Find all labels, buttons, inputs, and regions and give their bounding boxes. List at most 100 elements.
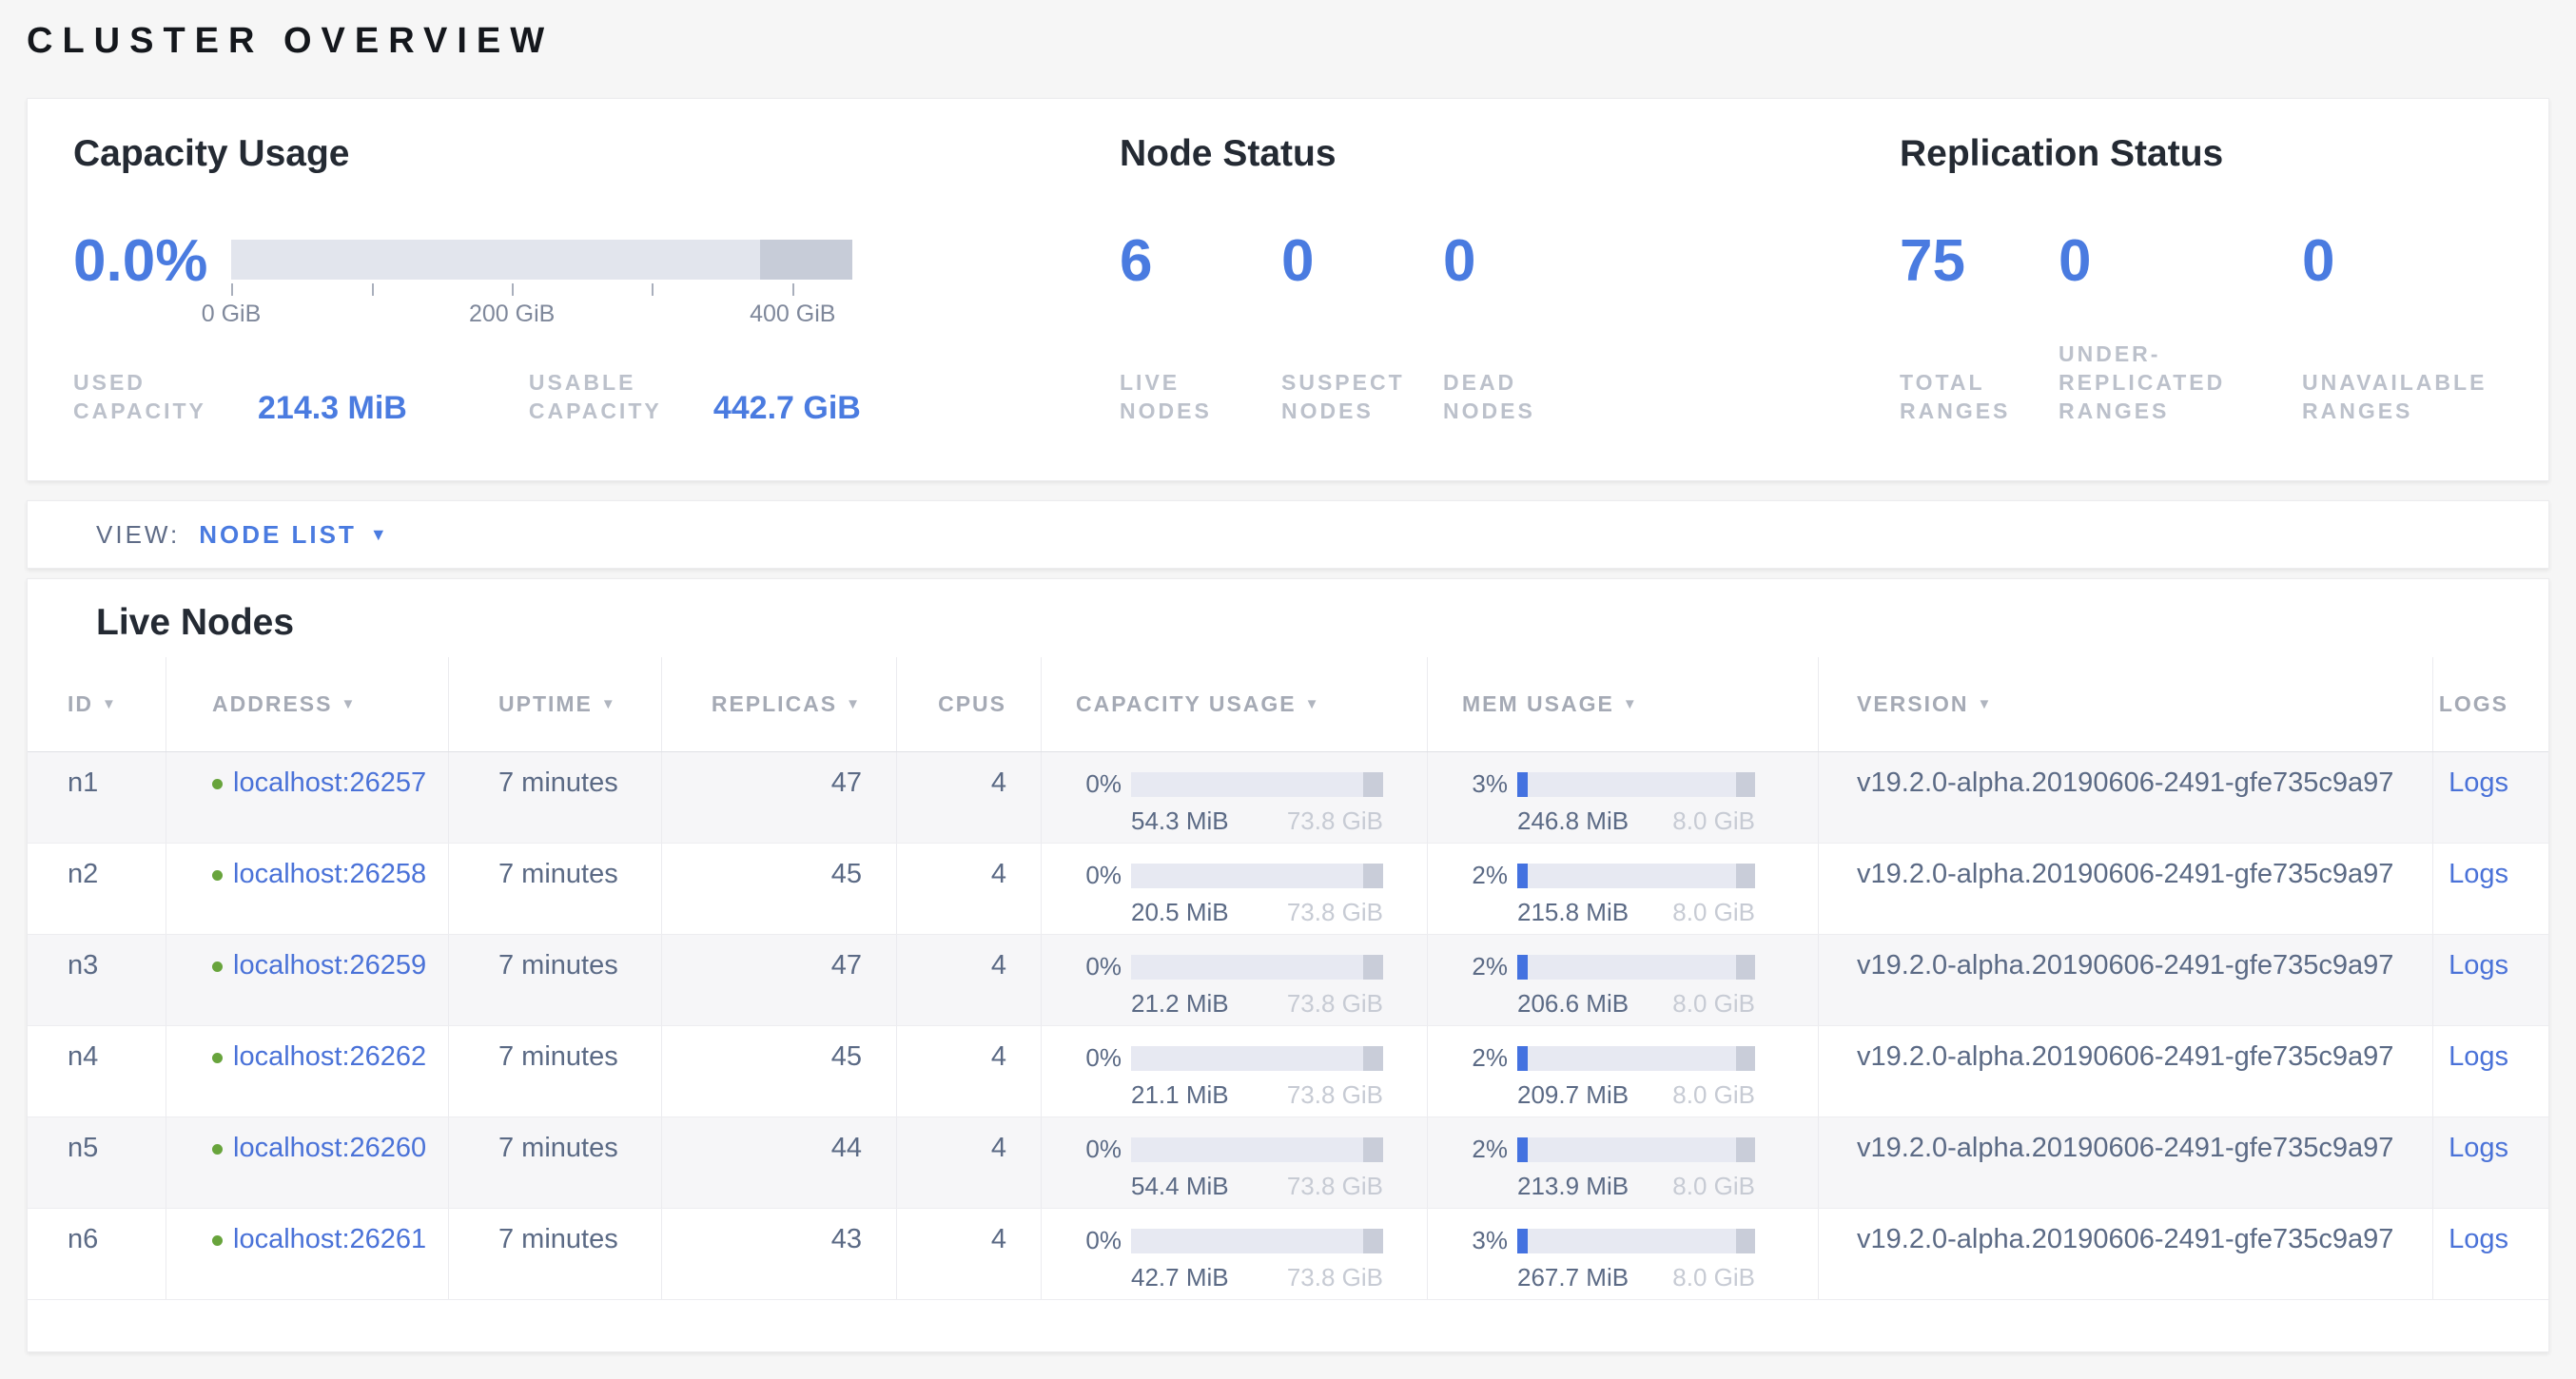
- column-header-version[interactable]: VERSION ▼: [1818, 657, 2432, 751]
- node-uptime-cell: 7 minutes: [448, 844, 661, 934]
- node-id-cell: n2: [28, 844, 166, 934]
- node-status-section: Node Status 6 LIVE NODES 0 SUSPECT NODES…: [1120, 133, 1900, 425]
- logs-link[interactable]: Logs: [2449, 1041, 2508, 1072]
- used-capacity-label: USED CAPACITY: [73, 368, 250, 425]
- capacity-used-value: 42.7 MiB: [1131, 1263, 1229, 1292]
- node-logs-cell: Logs: [2432, 844, 2548, 934]
- axis-label: 200 GiB: [469, 301, 555, 328]
- mem-total-value: 8.0 GiB: [1672, 1172, 1755, 1201]
- node-live-status-icon: [212, 779, 223, 789]
- mem-used-value: 206.6 MiB: [1517, 989, 1629, 1019]
- bar-end-segment: [1736, 1046, 1755, 1071]
- node-address-link[interactable]: localhost:26259: [233, 950, 426, 981]
- replication-status-title: Replication Status: [1900, 133, 2503, 175]
- logs-link[interactable]: Logs: [2449, 1224, 2508, 1254]
- mem-bar-fill: [1517, 864, 1528, 888]
- mem-usage-bar: [1517, 1046, 1755, 1071]
- column-header-capacity-usage[interactable]: CAPACITY USAGE ▼: [1041, 657, 1427, 751]
- mem-percent-label: 2%: [1462, 1043, 1508, 1073]
- unavailable-ranges-stat: 0 UNAVAILABLE RANGES: [2302, 230, 2487, 425]
- node-address-link[interactable]: localhost:26260: [233, 1133, 426, 1163]
- node-id: n1: [68, 767, 98, 798]
- mem-percent-label: 2%: [1462, 952, 1508, 981]
- node-address-cell: localhost:26262: [166, 1026, 448, 1117]
- suspect-nodes-value: 0: [1281, 230, 1443, 293]
- logs-link[interactable]: Logs: [2449, 1133, 2508, 1163]
- capacity-total-value: 73.8 GiB: [1287, 1263, 1383, 1292]
- bar-end-segment: [1363, 1229, 1383, 1253]
- node-address-link[interactable]: localhost:26257: [233, 767, 426, 798]
- capacity-used-value: 54.3 MiB: [1131, 806, 1229, 836]
- bar-end-segment: [1736, 1229, 1755, 1253]
- node-replicas-cell: 45: [661, 1026, 896, 1117]
- mem-total-value: 8.0 GiB: [1672, 1263, 1755, 1292]
- node-id-cell: n3: [28, 935, 166, 1025]
- node-id: n2: [68, 859, 98, 889]
- logs-link[interactable]: Logs: [2449, 950, 2508, 981]
- node-uptime-cell: 7 minutes: [448, 1209, 661, 1299]
- node-replicas-cell: 45: [661, 844, 896, 934]
- node-id-cell: n4: [28, 1026, 166, 1117]
- capacity-used-value: 21.1 MiB: [1131, 1080, 1229, 1110]
- capacity-usage-bar: [1131, 1137, 1383, 1162]
- node-address-link[interactable]: localhost:26262: [233, 1041, 426, 1072]
- mem-percent-label: 2%: [1462, 1135, 1508, 1164]
- axis-label: 0 GiB: [202, 301, 262, 328]
- node-live-status-icon: [212, 1053, 223, 1063]
- live-nodes-title: Live Nodes: [28, 579, 2548, 657]
- unavailable-ranges-label: UNAVAILABLE RANGES: [2302, 368, 2487, 425]
- capacity-total-value: 73.8 GiB: [1287, 1080, 1383, 1110]
- bar-end-segment: [1363, 955, 1383, 980]
- node-address-link[interactable]: localhost:26258: [233, 859, 426, 889]
- mem-bar-fill: [1517, 1046, 1528, 1071]
- logs-link[interactable]: Logs: [2449, 859, 2508, 889]
- mem-used-value: 213.9 MiB: [1517, 1172, 1629, 1201]
- column-header-mem-usage[interactable]: MEM USAGE ▼: [1427, 657, 1818, 751]
- node-address-cell: localhost:26257: [166, 752, 448, 843]
- mem-usage-cell: 2% 215.8 MiB 8.0 GiB: [1427, 844, 1818, 934]
- dead-nodes-label: DEAD NODES: [1443, 368, 1605, 425]
- view-mode-dropdown[interactable]: NODE LIST ▼: [199, 520, 387, 550]
- capacity-usage-cell: 0% 21.2 MiB 73.8 GiB: [1041, 935, 1427, 1025]
- capacity-usage-bar: [1131, 864, 1383, 888]
- mem-used-value: 267.7 MiB: [1517, 1263, 1629, 1292]
- column-header-id[interactable]: ID ▼: [28, 657, 166, 751]
- under-replicated-ranges-stat: 0 UNDER- REPLICATED RANGES: [2059, 230, 2302, 425]
- bar-end-segment: [1736, 955, 1755, 980]
- page-title: CLUSTER OVERVIEW: [27, 21, 2549, 62]
- table-row: n3 localhost:26259 7 minutes 47 4 0%: [28, 935, 2548, 1026]
- column-header-replicas[interactable]: REPLICAS ▼: [661, 657, 896, 751]
- column-header-uptime[interactable]: UPTIME ▼: [448, 657, 661, 751]
- capacity-chart-row: 0.0% 0 GiB: [73, 230, 1120, 327]
- axis-tick: [652, 283, 654, 296]
- mem-percent-label: 3%: [1462, 769, 1508, 799]
- table-row: n4 localhost:26262 7 minutes 45 4 0%: [28, 1026, 2548, 1117]
- node-address-cell: localhost:26258: [166, 844, 448, 934]
- replication-status-stats: 75 TOTAL RANGES 0 UNDER- REPLICATED RANG…: [1900, 230, 2503, 425]
- capacity-usage-bar: [1131, 955, 1383, 980]
- mem-total-value: 8.0 GiB: [1672, 989, 1755, 1019]
- node-status-stats: 6 LIVE NODES 0 SUSPECT NODES 0 DEAD NODE…: [1120, 230, 1900, 425]
- column-header-address[interactable]: ADDRESS ▼: [166, 657, 448, 751]
- mem-percent-label: 3%: [1462, 1226, 1508, 1255]
- mem-used-value: 209.7 MiB: [1517, 1080, 1629, 1110]
- live-nodes-card: Live Nodes ID ▼ ADDRESS ▼ UPTIME ▼ REPLI…: [27, 578, 2549, 1352]
- node-logs-cell: Logs: [2432, 935, 2548, 1025]
- sort-arrow-icon: ▼: [102, 696, 118, 712]
- capacity-percent-label: 0%: [1076, 769, 1122, 799]
- node-version-cell: v19.2.0-alpha.20190606-2491-gfe735c9a97: [1818, 1209, 2432, 1299]
- node-address-link[interactable]: localhost:26261: [233, 1224, 426, 1254]
- capacity-used-value: 54.4 MiB: [1131, 1172, 1229, 1201]
- axis-label: 400 GiB: [750, 301, 835, 328]
- table-row: n2 localhost:26258 7 minutes 45 4 0%: [28, 844, 2548, 935]
- mem-usage-cell: 2% 213.9 MiB 8.0 GiB: [1427, 1117, 1818, 1208]
- node-logs-cell: Logs: [2432, 1209, 2548, 1299]
- capacity-percent-label: 0%: [1076, 1043, 1122, 1073]
- logs-link[interactable]: Logs: [2449, 767, 2508, 798]
- sort-arrow-icon: ▼: [341, 696, 357, 712]
- mem-usage-bar: [1517, 1137, 1755, 1162]
- sort-arrow-icon: ▼: [1978, 696, 1994, 712]
- capacity-total-value: 73.8 GiB: [1287, 898, 1383, 927]
- capacity-usage-cell: 0% 20.5 MiB 73.8 GiB: [1041, 844, 1427, 934]
- mem-bar-fill: [1517, 1137, 1528, 1162]
